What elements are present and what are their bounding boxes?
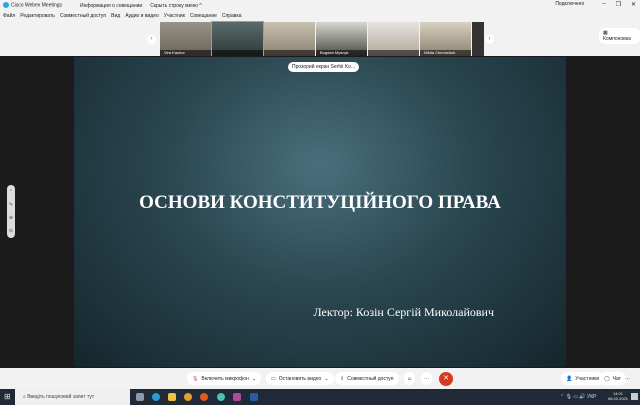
sharing-indicator[interactable]: Прозорий екран Serhii Ko... — [288, 62, 360, 72]
annotate-icon[interactable]: ✎ — [9, 202, 13, 208]
task-view-icon[interactable] — [136, 393, 144, 401]
person-icon: 👤 — [566, 375, 573, 382]
webex-icon[interactable] — [217, 393, 225, 401]
participant-tile[interactable]: Nikita Chernichuk — [420, 22, 471, 56]
slide-lecturer: Лектор: Козін Сергій Миколайович — [313, 305, 494, 319]
participant-tile[interactable] — [211, 21, 264, 57]
zoom-controls: ⌃ ✎ ⊕ ⊖ — [7, 185, 15, 238]
meeting-toolbar: 🎙 Включить микрофон ⌄ ▭ Остановить видео ⌄ ⇪… — [0, 368, 640, 389]
chevron-down-icon[interactable]: ⌄ — [324, 376, 328, 382]
mic-muted-icon: 🎙 — [192, 375, 199, 382]
presentation-slide: ОСНОВИ КОНСТИТУЦІЙНОГО ПРАВА Лектор: Коз… — [74, 57, 566, 367]
menu-share[interactable]: Совместный доступ — [60, 13, 106, 19]
menu-bar: Файл Редактировать Совместный доступ Вид… — [3, 13, 242, 19]
webex-logo-icon — [3, 2, 9, 9]
hide-menu-button[interactable]: Скрыть строку меню ^ — [150, 3, 201, 9]
word-icon[interactable] — [250, 393, 258, 401]
chat-icon: ◯ — [604, 375, 610, 382]
chevron-down-icon[interactable]: ⌄ — [252, 376, 256, 382]
reactions-button[interactable]: ☺ — [404, 372, 416, 385]
menu-edit[interactable]: Редактировать — [20, 13, 55, 19]
maximize-button[interactable]: ❐ — [616, 1, 621, 8]
notifications-icon[interactable] — [631, 393, 638, 400]
panel-more-button[interactable]: ··· — [623, 372, 632, 385]
menu-meeting[interactable]: Совещание — [190, 13, 217, 19]
mute-button[interactable]: 🎙 Включить микрофон ⌄ — [187, 372, 262, 385]
menu-participant[interactable]: Участник — [164, 13, 185, 19]
slide-title: ОСНОВИ КОНСТИТУЦІЙНОГО ПРАВА — [139, 192, 501, 213]
menu-audio-video[interactable]: Аудио и видео — [125, 13, 159, 19]
leave-meeting-button[interactable]: ✕ — [439, 372, 453, 386]
firefox-icon[interactable] — [200, 393, 208, 401]
collapse-icon[interactable]: ⌃ — [9, 189, 13, 195]
layout-button[interactable]: ▦ Компоновка — [599, 28, 640, 44]
participant-strip: Vira Kachur Bogdan Mysnyk Nikita Chernic… — [160, 21, 484, 57]
window-controls: Подключено – ❐ ✕ — [555, 1, 636, 8]
windows-start-icon[interactable]: ⊞ — [4, 392, 11, 401]
participant-tile[interactable] — [264, 22, 315, 56]
app-icon[interactable] — [233, 393, 241, 401]
video-button[interactable]: ▭ Остановить видео ⌄ — [266, 372, 334, 385]
windows-taskbar: ⊞ ⌕ Введіть пошуковий запит тут ⌃ 🎙 ▭ 🔊 … — [0, 389, 640, 405]
taskbar-search[interactable]: ⌕ Введіть пошуковий запит тут — [15, 389, 130, 405]
meeting-info-button[interactable]: Информация о совещании — [80, 3, 142, 9]
connection-status: Подключено — [555, 1, 585, 7]
participant-tile[interactable] — [368, 22, 419, 56]
prev-participants-button[interactable]: ‹ — [147, 35, 156, 44]
menu-file[interactable]: Файл — [3, 13, 15, 19]
participant-tile[interactable]: Bogdan Mysnyk — [316, 22, 367, 56]
participant-tile[interactable] — [472, 22, 484, 56]
chat-button[interactable]: ◯ Чат — [599, 372, 626, 385]
share-icon: ⇪ — [340, 375, 345, 382]
more-options-button[interactable]: ··· — [421, 372, 432, 385]
share-button[interactable]: ⇪ Совместный доступ — [335, 372, 399, 385]
zoom-out-icon[interactable]: ⊖ — [9, 228, 13, 234]
menu-view[interactable]: Вид — [111, 13, 120, 19]
menu-help[interactable]: Справка — [222, 13, 242, 19]
edge-icon[interactable] — [152, 393, 160, 401]
chrome-icon[interactable] — [184, 393, 192, 401]
clock[interactable]: 14:01 06.02.2021 — [608, 391, 628, 401]
title-bar: Cisco Webex Meetings Информация о совеща… — [0, 0, 640, 11]
shared-screen-area: ОСНОВИ КОНСТИТУЦІЙНОГО ПРАВА Лектор: Коз… — [0, 56, 640, 368]
system-tray: ⌃ 🎙 ▭ 🔊 УКР — [560, 394, 597, 400]
participants-button[interactable]: 👤 Участники — [561, 372, 605, 385]
app-title: Cisco Webex Meetings — [3, 2, 62, 9]
zoom-in-icon[interactable]: ⊕ — [9, 215, 13, 221]
file-explorer-icon[interactable] — [168, 393, 176, 401]
close-button[interactable]: ✕ — [631, 1, 636, 8]
video-icon: ▭ — [271, 375, 276, 382]
minimize-button[interactable]: – — [602, 1, 605, 8]
next-participants-button[interactable]: › — [485, 35, 494, 44]
participant-tile[interactable]: Vira Kachur — [160, 22, 211, 56]
